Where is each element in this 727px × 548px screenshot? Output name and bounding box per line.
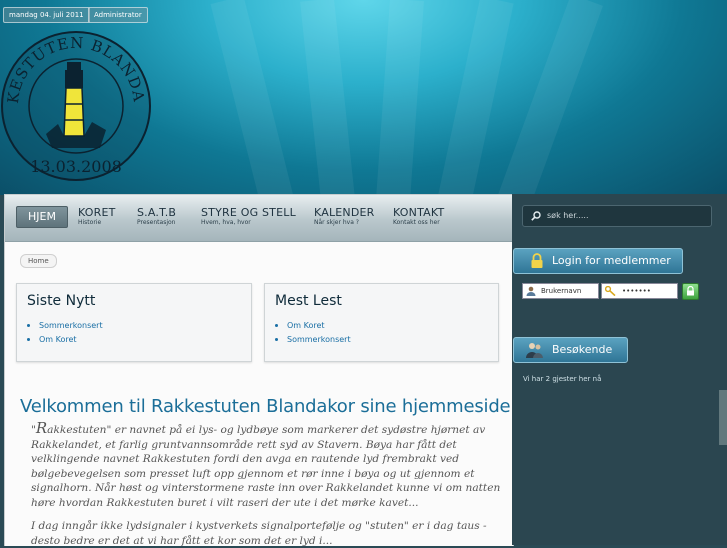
choir-logo[interactable]: RAKKESTUTEN BLANDAKOR 13.03.2008 bbox=[0, 26, 152, 184]
page-title: Velkommen til Rakkestuten Blandakor sine… bbox=[20, 396, 522, 417]
nav-label: KORET bbox=[78, 206, 116, 219]
box-title: Mest Lest bbox=[275, 293, 342, 309]
nav-label: KONTAKT bbox=[393, 206, 445, 219]
list-item-link[interactable]: Om Koret bbox=[275, 319, 351, 333]
light-ray bbox=[210, 0, 300, 195]
intro-paragraph: I dag inngår ikke lydsignaler i kystverk… bbox=[31, 520, 487, 547]
visitors-title: Besøkende bbox=[552, 343, 613, 356]
nav-item-hjem[interactable]: HJEM bbox=[16, 206, 68, 228]
visitors-icon bbox=[526, 343, 543, 358]
sidebar: søk her..... Login for medlemmer Brukern… bbox=[512, 194, 727, 545]
light-ray bbox=[373, 0, 424, 195]
password-field[interactable]: ••••••• bbox=[601, 283, 678, 299]
main-nav: HJEM KORET Historie S.A.T.B Presentasjon… bbox=[5, 195, 513, 242]
list-item-link[interactable]: Sommerkonsert bbox=[27, 319, 103, 333]
password-placeholder: ••••••• bbox=[622, 287, 651, 295]
header-banner: mandag 04. juli 2011 Administrator RAKKE… bbox=[0, 0, 727, 195]
visitors-header: Besøkende bbox=[513, 337, 628, 363]
administrator-link[interactable]: Administrator bbox=[88, 7, 148, 23]
intro-quote: "Rakkestuten" er navnet på ei lys- og ly… bbox=[31, 421, 501, 510]
user-icon bbox=[526, 286, 536, 296]
nav-item-kalender[interactable]: KALENDER Når skjer hva ? bbox=[314, 207, 375, 227]
lock-icon bbox=[687, 286, 694, 296]
login-button[interactable] bbox=[682, 283, 699, 300]
main-content: HJEM KORET Historie S.A.T.B Presentasjon… bbox=[4, 194, 522, 547]
search-placeholder: søk her..... bbox=[547, 211, 589, 220]
nav-sublabel: Historie bbox=[78, 219, 102, 226]
logo-date-text: 13.03.2008 bbox=[30, 157, 122, 176]
nav-label: STYRE OG STELL bbox=[201, 206, 296, 219]
search-input[interactable]: søk her..... bbox=[522, 205, 712, 227]
visitors-count-text: Vi har 2 gjester her nå bbox=[523, 375, 602, 383]
nav-sublabel: Kontakt oss her bbox=[393, 219, 440, 226]
nav-label: S.A.T.B bbox=[137, 206, 177, 219]
nav-item-koret[interactable]: KORET Historie bbox=[78, 207, 116, 227]
nav-label: KALENDER bbox=[314, 206, 375, 219]
nav-sublabel: Presentasjon bbox=[137, 219, 176, 226]
quote-text: akkestuten" er navnet på ei lys- og lydb… bbox=[31, 424, 501, 509]
nav-item-styre-og-stell[interactable]: STYRE OG STELL Hvem, hva, hvor bbox=[201, 207, 296, 227]
breadcrumb-home[interactable]: Home bbox=[20, 254, 57, 268]
nav-sublabel: Når skjer hva ? bbox=[314, 219, 359, 226]
drop-initial: R bbox=[35, 419, 48, 437]
scrollbar[interactable] bbox=[719, 390, 727, 445]
light-ray bbox=[300, 0, 358, 195]
list-item-link[interactable]: Om Koret bbox=[27, 333, 103, 347]
light-ray bbox=[432, 0, 514, 195]
key-icon bbox=[605, 286, 616, 296]
lock-icon bbox=[531, 253, 543, 268]
list-item-link[interactable]: Sommerkonsert bbox=[275, 333, 351, 347]
search-icon bbox=[531, 211, 541, 221]
mest-lest-box: Mest Lest Om Koret Sommerkonsert bbox=[264, 283, 499, 362]
username-placeholder: Brukernavn bbox=[541, 287, 582, 295]
nav-item-satb[interactable]: S.A.T.B Presentasjon bbox=[137, 207, 176, 227]
siste-nytt-box: Siste Nytt Sommerkonsert Om Koret bbox=[16, 283, 252, 362]
box-title: Siste Nytt bbox=[27, 293, 96, 309]
nav-item-kontakt[interactable]: KONTAKT Kontakt oss her bbox=[393, 207, 444, 227]
username-field[interactable]: Brukernavn bbox=[522, 283, 599, 299]
light-ray bbox=[492, 0, 603, 195]
login-header: Login for medlemmer bbox=[513, 248, 683, 274]
date-badge: mandag 04. juli 2011 bbox=[3, 7, 90, 23]
nav-sublabel: Hvem, hva, hvor bbox=[201, 219, 251, 226]
login-title: Login for medlemmer bbox=[552, 254, 671, 267]
